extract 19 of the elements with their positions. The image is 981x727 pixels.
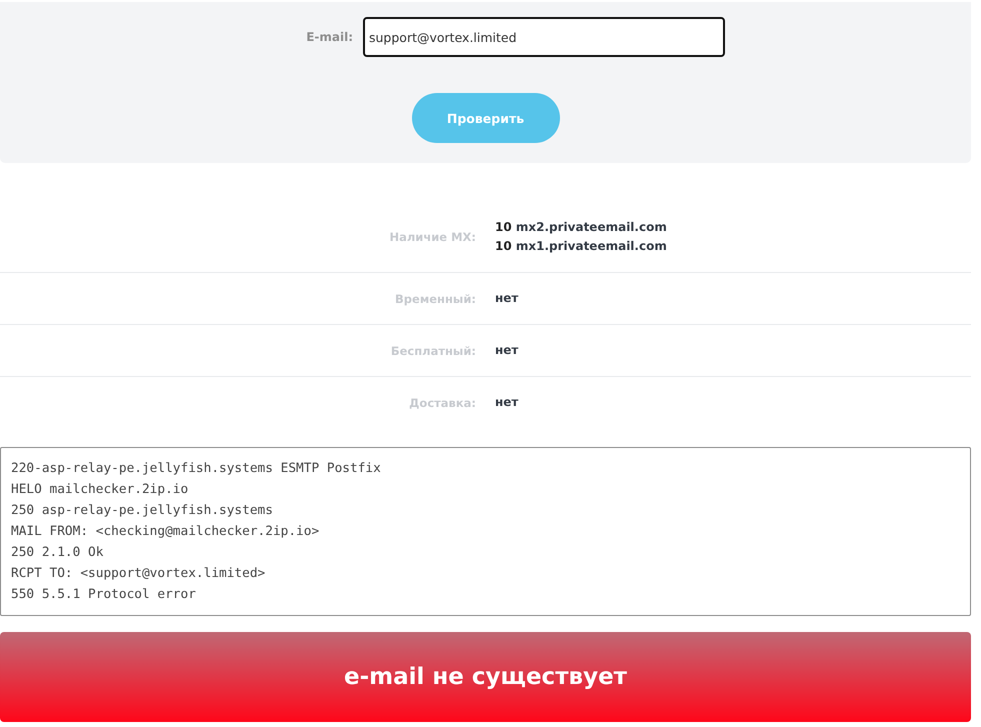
result-label: Временный: [395,292,476,306]
result-value: 10 mx1.privateemail.com [495,238,668,255]
result-label: Бесплатный: [390,344,476,358]
result-label: Наличие MX: [389,230,476,244]
log-line: 550 5.5.1 Protocol error [11,586,197,604]
result-value: 10 mx2.privateemail.com [495,219,668,236]
email-input[interactable]: support@vortex.limited [363,17,725,57]
verdict-banner: e-mail не существует [0,632,971,722]
log-line: MAIL FROM: <checking@mailchecker.2ip.io> [11,523,320,541]
result-value: нет [495,290,520,307]
log-line: 250 2.1.0 Ok [11,544,104,562]
email-label: E-mail: [306,30,353,44]
result-value: нет [495,394,520,411]
result-label: Доставка: [409,396,476,410]
result-value: нет [495,342,520,359]
log-line: HELO mailchecker.2ip.io [11,481,190,499]
log-line: 220-asp-relay-pe.jellyfish.systems ESMTP Postfix [11,460,382,478]
log-line: 250 asp-relay-pe.jellyfish.systems [11,502,274,520]
log-line: RCPT TO: <support@vortex.limited> [11,565,266,583]
